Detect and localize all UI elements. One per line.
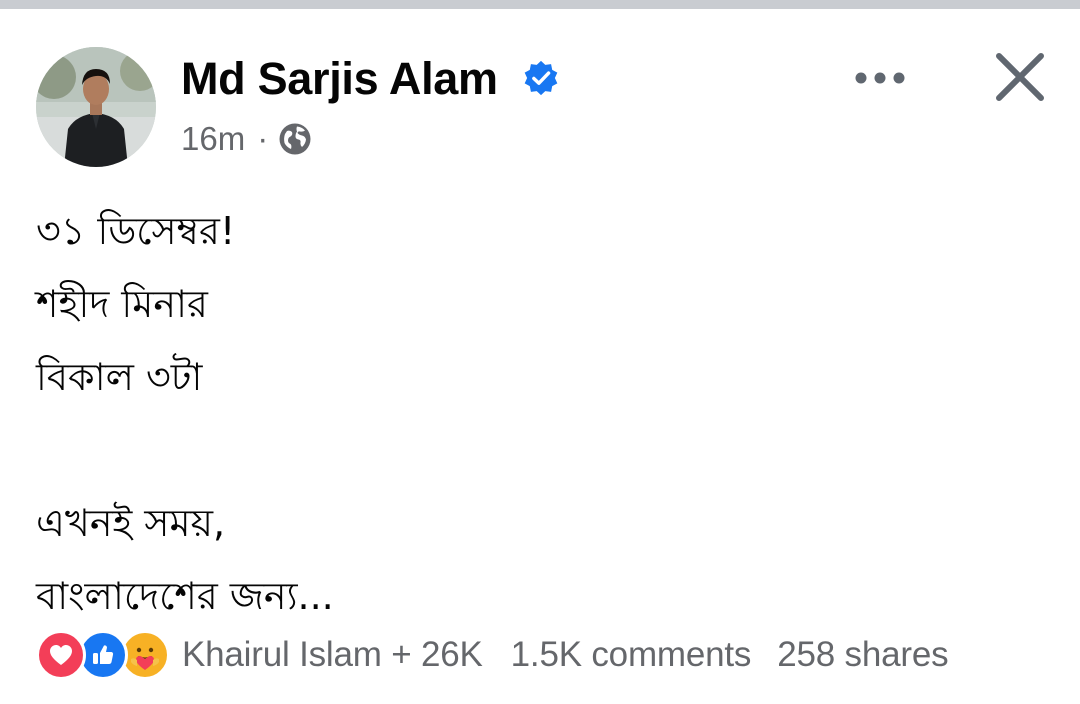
- post-footer: Khairul Islam + 26K 1.5K comments 258 sh…: [36, 629, 949, 681]
- post-line: শহীদ মিনার: [36, 282, 208, 326]
- top-divider-bar: [0, 0, 1080, 9]
- post-line: ৩১ ডিসেম্বর!: [36, 209, 236, 253]
- close-icon: [996, 53, 1044, 101]
- verified-badge-icon: [524, 60, 558, 96]
- post-meta: 16m ·: [181, 119, 312, 159]
- avatar-photo: [36, 47, 156, 167]
- meta-separator: ·: [257, 120, 269, 157]
- more-horizontal-icon: [855, 72, 905, 84]
- love-reaction-icon: [36, 630, 86, 680]
- post-time[interactable]: 16m: [181, 120, 245, 158]
- author-name[interactable]: Md Sarjis Alam: [181, 53, 498, 105]
- post-card: Md Sarjis Alam 16m · ৩১ ডিসেম্বর! শহীদ ম…: [0, 9, 1080, 704]
- post-line: এখনই সময়,: [36, 501, 226, 545]
- shares-count[interactable]: 258 shares: [777, 635, 948, 675]
- post-body: ৩১ ডিসেম্বর! শহীদ মিনার বিকাল ৩টা এখনই স…: [36, 195, 1036, 633]
- post-line: বিকাল ৩টা: [36, 355, 203, 399]
- more-options-button[interactable]: [842, 51, 918, 105]
- reaction-icons[interactable]: [36, 630, 170, 680]
- post-line: বাংলাদেশের জন্য...: [36, 574, 334, 618]
- reactions-count[interactable]: Khairul Islam + 26K: [182, 635, 483, 675]
- comments-count[interactable]: 1.5K comments: [511, 635, 752, 675]
- avatar[interactable]: [36, 47, 156, 167]
- globe-icon[interactable]: [278, 122, 312, 156]
- close-button[interactable]: [984, 41, 1056, 113]
